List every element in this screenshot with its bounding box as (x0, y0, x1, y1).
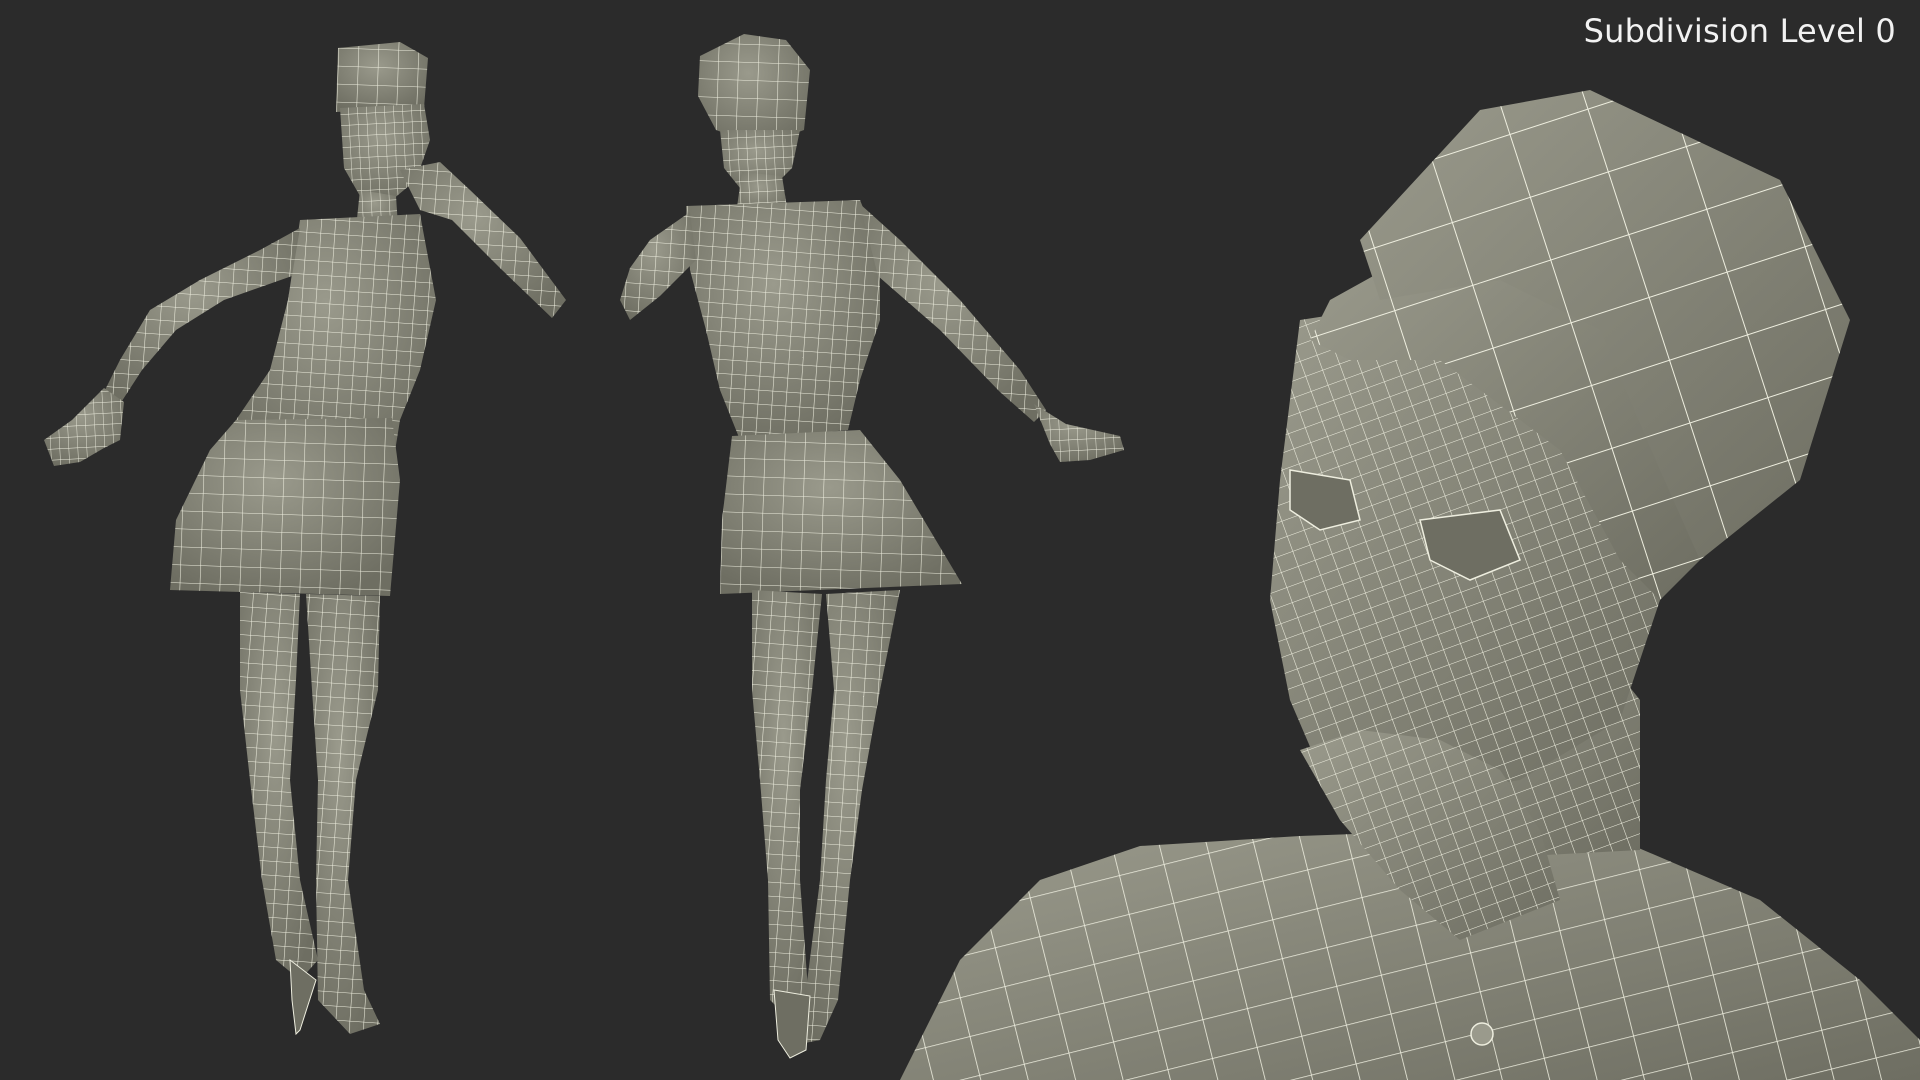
closeup-head-group (900, 90, 1920, 1080)
closeup-view-figure (900, 90, 1920, 1080)
render-viewport: Subdivision Level 0 (0, 0, 1920, 1080)
subdivision-level-label: Subdivision Level 0 (1583, 12, 1896, 50)
collar-button-detail (1470, 1022, 1494, 1046)
